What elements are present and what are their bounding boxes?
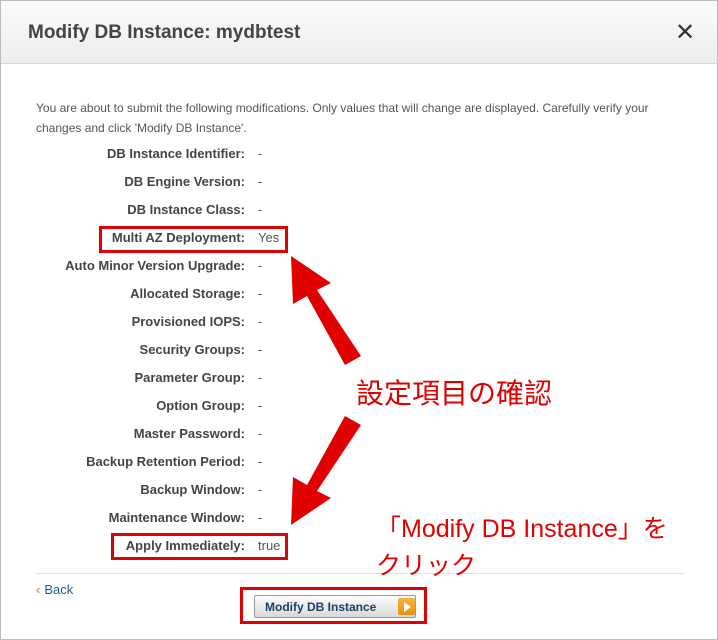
annotation-click-line1: 「Modify DB Instance」を (376, 515, 668, 543)
arrow-down-icon (291, 416, 361, 525)
arrow-up-icon (291, 256, 361, 365)
annotation-click-line2: クリック (376, 552, 477, 580)
annotation-confirm-settings: 設定項目の確認 (356, 378, 553, 409)
